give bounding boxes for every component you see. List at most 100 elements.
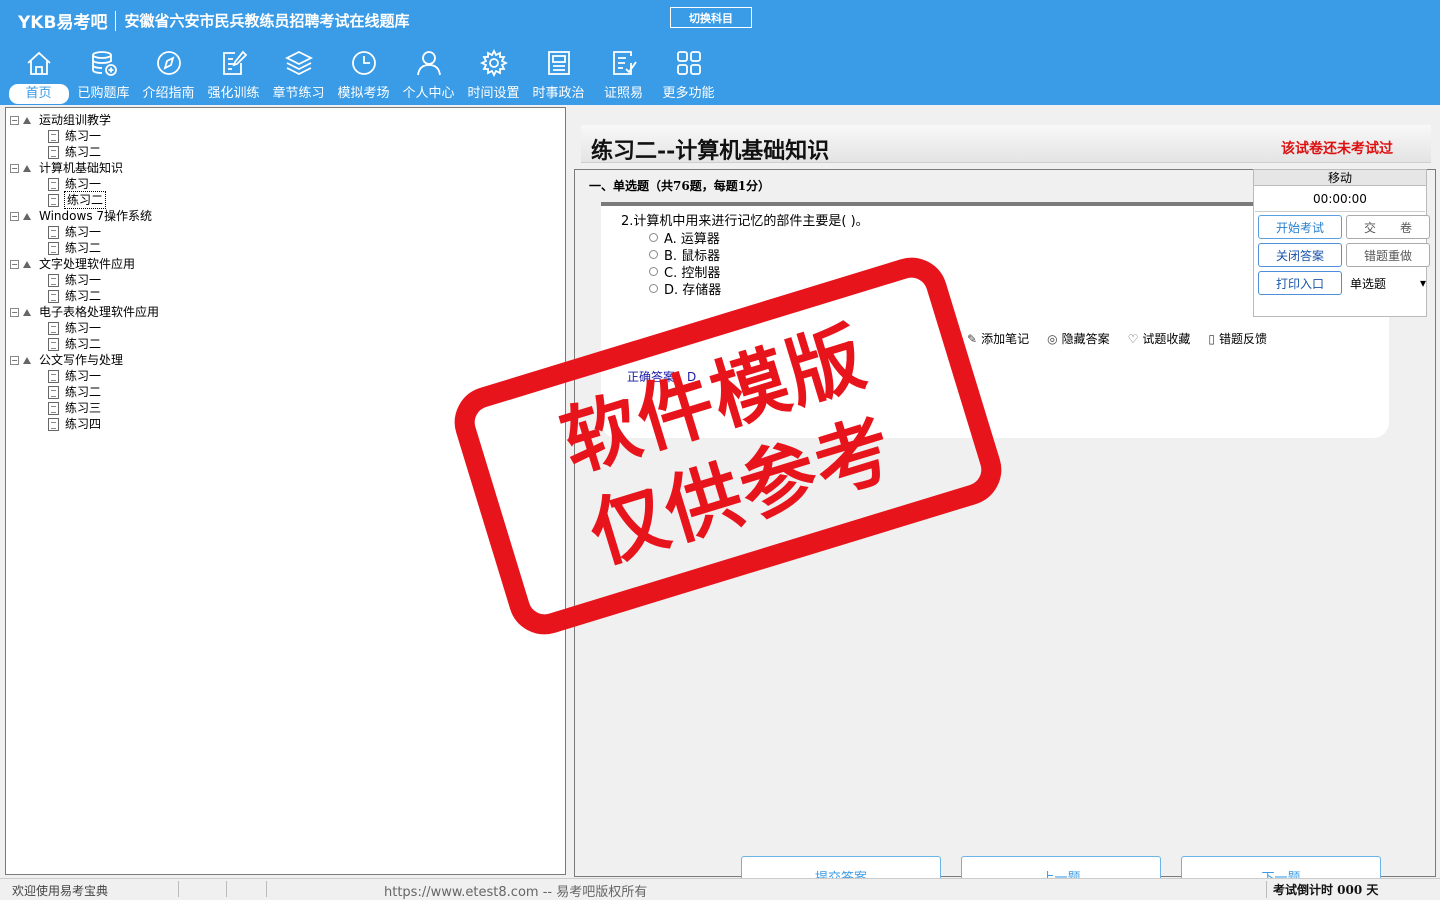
- tree-item[interactable]: 练习二: [10, 144, 159, 160]
- option-d[interactable]: D. 存储器: [649, 279, 721, 298]
- add-note-button[interactable]: ✎ 添加笔记: [967, 330, 1029, 347]
- tree-group-label: 计算机基础知识: [39, 161, 124, 175]
- chapter-tree-panel: − 运动组训教学 练习一 练习二 − 计算机基础知识 练习一 练习二 − Window…: [5, 107, 566, 875]
- app-title: 安徽省六安市民兵教练员招聘考试在线题库: [124, 12, 410, 30]
- tree-item-label: 练习二: [65, 145, 102, 159]
- toolbar-label: 个人中心: [402, 86, 455, 101]
- tree-item-label: 练习一: [65, 129, 102, 143]
- submit-paper-button[interactable]: 交 卷: [1346, 215, 1430, 239]
- redo-wrong-button[interactable]: 错题重做: [1346, 243, 1430, 267]
- toolbar-label: 已购题库: [77, 86, 130, 101]
- toolbar-more[interactable]: 更多功能: [656, 48, 721, 104]
- exam-header: 练习二--计算机基础知识 该试卷还未考试过: [581, 125, 1431, 164]
- tree-item[interactable]: 练习一: [10, 224, 159, 240]
- toolbar-label: 章节练习: [272, 86, 325, 101]
- folder-triangle-icon: [23, 164, 31, 172]
- favorite-button[interactable]: ♡ 试题收藏: [1128, 330, 1191, 347]
- tree-item[interactable]: 练习二: [10, 240, 159, 256]
- question-text: 2.计算机中用来进行记忆的部件主要是( )。: [621, 214, 869, 229]
- tree-group[interactable]: − 运动组训教学: [10, 112, 159, 128]
- exam-panel: 练习二--计算机基础知识 该试卷还未考试过 一、单选题（共76题，每题1分） 2…: [571, 107, 1440, 896]
- tree-item[interactable]: 练习三: [10, 400, 159, 416]
- gear-icon: [479, 48, 508, 78]
- toolbar-label: 时间设置: [467, 86, 520, 101]
- toolbar-label: 首页: [8, 84, 69, 104]
- tree-item[interactable]: 练习一: [10, 272, 159, 288]
- toolbar-label: 证照易: [603, 86, 643, 101]
- document-icon: [48, 321, 59, 335]
- collapse-icon[interactable]: −: [10, 307, 19, 317]
- grid-icon: [676, 51, 701, 75]
- tree-item[interactable]: 练习二: [10, 288, 159, 304]
- document-icon: [48, 177, 59, 191]
- radio-icon[interactable]: [649, 284, 658, 293]
- tree-group[interactable]: − 公文写作与处理: [10, 352, 159, 368]
- checklist-icon: [612, 51, 637, 75]
- toolbar-guide[interactable]: 介绍指南: [136, 48, 201, 104]
- folder-triangle-icon: [23, 116, 31, 124]
- radio-icon[interactable]: [649, 267, 658, 276]
- toolbar-current-affairs[interactable]: 时事政治: [526, 48, 591, 104]
- folder-triangle-icon: [23, 212, 31, 220]
- tree-group[interactable]: − 文字处理软件应用: [10, 256, 159, 272]
- close-answer-button[interactable]: 关闭答案: [1258, 243, 1342, 267]
- section-heading: 一、单选题（共76题，每题1分）: [589, 179, 771, 193]
- hide-answer-button[interactable]: ◎ 隐藏答案: [1047, 330, 1110, 347]
- radio-icon[interactable]: [649, 250, 658, 259]
- report-error-button[interactable]: ▯ 错题反馈: [1208, 330, 1267, 347]
- question-type-select[interactable]: 单选题 ▾: [1346, 271, 1430, 295]
- tree-item-label: 练习一: [65, 369, 102, 383]
- switch-subject-button[interactable]: 切换科目: [670, 7, 752, 28]
- tree-item[interactable]: 练习一: [10, 128, 159, 144]
- main-toolbar: 首页 已购题库 介绍指南 强化训练 章节练习 模拟考场 个人中心 时间设置 时事…: [6, 48, 721, 104]
- tree-item[interactable]: 练习一: [10, 320, 159, 336]
- tree-group[interactable]: − 电子表格处理软件应用: [10, 304, 159, 320]
- toolbar-home[interactable]: 首页: [6, 48, 71, 104]
- toolbar-purchased-bank[interactable]: 已购题库: [71, 48, 136, 104]
- print-button[interactable]: 打印入口: [1258, 271, 1342, 295]
- collapse-icon[interactable]: −: [10, 355, 19, 365]
- question-actions: ✎ 添加笔记 ◎ 隐藏答案 ♡ 试题收藏 ▯ 错题反馈: [967, 330, 1267, 347]
- tree-item[interactable]: 练习一: [10, 176, 159, 192]
- collapse-icon[interactable]: −: [10, 163, 19, 173]
- document-icon: [48, 241, 59, 255]
- document-icon: [48, 385, 59, 399]
- tree-item-label: 练习四: [65, 417, 102, 431]
- toolbar-certificate[interactable]: 证照易: [591, 48, 656, 104]
- chapter-tree: − 运动组训教学 练习一 练习二 − 计算机基础知识 练习一 练习二 − Window…: [10, 112, 159, 432]
- tree-item[interactable]: 练习二: [10, 336, 159, 352]
- collapse-icon[interactable]: −: [10, 259, 19, 269]
- tree-item-label: 练习一: [65, 225, 102, 239]
- toolbar-time-settings[interactable]: 时间设置: [461, 48, 526, 104]
- action-label: 试题收藏: [1142, 332, 1191, 346]
- tree-group-label: 公文写作与处理: [39, 353, 124, 367]
- collapse-icon[interactable]: −: [10, 115, 19, 125]
- status-bar: 欢迎使用易考宝典 https://www.etest8.com -- 易考吧版权…: [0, 878, 1440, 900]
- toolbar-profile[interactable]: 个人中心: [396, 48, 461, 104]
- toolbar-mock-exam[interactable]: 模拟考场: [331, 48, 396, 104]
- toolbar-chapter[interactable]: 章节练习: [266, 48, 331, 104]
- toolbar-intensive[interactable]: 强化训练: [201, 48, 266, 104]
- action-label: 添加笔记: [981, 332, 1030, 346]
- exam-timer: 00:00:00: [1255, 186, 1425, 212]
- tree-item-label: 练习二: [65, 289, 102, 303]
- pencil-icon: ✎: [967, 331, 978, 346]
- tree-group[interactable]: − Windows 7操作系统: [10, 208, 159, 224]
- radio-icon[interactable]: [649, 233, 658, 242]
- collapse-icon[interactable]: −: [10, 211, 19, 221]
- start-exam-button[interactable]: 开始考试: [1258, 215, 1342, 239]
- tree-item-label: 练习一: [65, 177, 102, 191]
- tree-group[interactable]: − 计算机基础知识: [10, 160, 159, 176]
- tree-item[interactable]: 练习二: [10, 384, 159, 400]
- correct-answer: 正确答案：D: [627, 368, 696, 385]
- tree-item[interactable]: 练习一: [10, 368, 159, 384]
- exam-control-box: 移动 00:00:00 开始考试 交 卷 关闭答案 错题重做 打印入口 单选题 ▾: [1253, 169, 1430, 317]
- database-icon: [91, 51, 117, 76]
- brand: YKB易考吧 安徽省六安市民兵教练员招聘考试在线题库: [18, 8, 409, 33]
- move-handle[interactable]: 移动: [1254, 170, 1426, 186]
- tree-item[interactable]: 练习四: [10, 416, 159, 432]
- tree-item-label: 练习一: [65, 321, 102, 335]
- tree-item-selected[interactable]: 练习二: [10, 191, 159, 209]
- newspaper-icon: [547, 51, 570, 75]
- folder-triangle-icon: [23, 308, 31, 316]
